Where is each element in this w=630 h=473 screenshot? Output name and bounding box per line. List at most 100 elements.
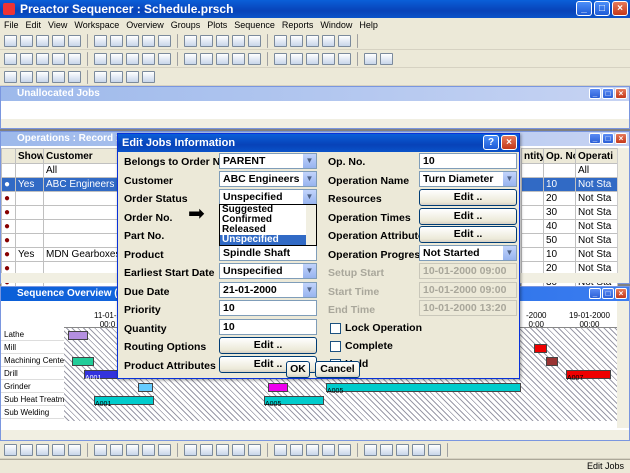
vertical-scrollbar[interactable] (617, 301, 629, 428)
resource-label[interactable]: Grinder (1, 380, 64, 393)
chevron-down-icon[interactable]: ▼ (302, 154, 316, 168)
toolbar-icon[interactable] (396, 443, 409, 456)
toolbar-icon[interactable] (36, 443, 49, 456)
toolbar-icon[interactable] (20, 443, 33, 456)
minimize-icon[interactable]: _ (589, 288, 601, 299)
operation-progress-select[interactable]: Not Started ▼ (419, 245, 517, 261)
toolbar-icon[interactable] (142, 70, 155, 83)
order-status-select[interactable]: Unspecified ▼ (219, 189, 317, 205)
toolbar-icon[interactable] (94, 52, 107, 65)
chevron-down-icon[interactable]: ▼ (302, 190, 316, 204)
toolbar-icon[interactable] (290, 52, 303, 65)
gantt-bar[interactable] (534, 344, 547, 353)
earliest-start-select[interactable]: Unspecified ▼ (219, 263, 317, 279)
toolbar-icon[interactable] (110, 443, 123, 456)
toolbar-icon[interactable] (110, 52, 123, 65)
toolbar-icon[interactable] (232, 52, 245, 65)
minimize-button[interactable]: _ (576, 1, 592, 16)
menu-item-sequence[interactable]: Sequence (234, 18, 275, 32)
close-button[interactable]: × (612, 1, 628, 16)
toolbar-icon[interactable] (68, 70, 81, 83)
resource-label[interactable]: Drill (1, 367, 64, 380)
op-no-cell[interactable]: 40 (543, 219, 576, 234)
col-header-operation[interactable]: Operati (575, 148, 618, 164)
resources-edit-button[interactable]: Edit .. (419, 189, 517, 206)
toolbar-icon[interactable] (380, 443, 393, 456)
quantity-cell[interactable] (521, 205, 544, 220)
complete-checkbox[interactable]: Complete (330, 340, 393, 352)
toolbar-icon[interactable] (274, 443, 287, 456)
toolbar-icon[interactable] (216, 52, 229, 65)
menu-item-window[interactable]: Window (320, 18, 352, 32)
col-header-opno[interactable]: Op. No. (543, 148, 576, 164)
toolbar-icon[interactable] (322, 34, 335, 47)
op-no-cell[interactable]: 50 (543, 233, 576, 248)
maximize-icon[interactable]: □ (602, 133, 614, 144)
menu-item-overview[interactable]: Overview (126, 18, 164, 32)
chevron-down-icon[interactable]: ▼ (502, 246, 516, 260)
product-field[interactable]: Spindle Shaft (219, 245, 317, 261)
checkbox-box[interactable] (330, 322, 341, 334)
toolbar-icon[interactable] (248, 52, 261, 65)
due-date-select[interactable]: 21-01-2000 ▼ (219, 282, 317, 298)
gantt-scroll-controls[interactable] (1, 430, 629, 440)
quantity-cell[interactable] (521, 177, 544, 192)
toolbar-icon[interactable] (232, 443, 245, 456)
lock-operation-checkbox[interactable]: Lock Operation (330, 322, 422, 334)
toolbar-icon[interactable] (200, 34, 213, 47)
toolbar-icon[interactable] (322, 443, 335, 456)
quantity-cell[interactable] (521, 191, 544, 206)
toolbar-icon[interactable] (248, 34, 261, 47)
priority-field[interactable]: 10 (219, 300, 317, 316)
toolbar-icon[interactable] (338, 34, 351, 47)
toolbar-icon[interactable] (216, 34, 229, 47)
toolbar-icon[interactable] (200, 443, 213, 456)
maximize-icon[interactable]: □ (602, 288, 614, 299)
quantity-field[interactable]: 10 (219, 319, 317, 335)
operation-status-cell[interactable]: Not Sta (575, 205, 618, 220)
maximize-icon[interactable]: □ (602, 88, 614, 99)
dialog-close-button[interactable]: × (501, 135, 517, 150)
gantt-bar[interactable] (72, 357, 94, 366)
toolbar-icon[interactable] (306, 34, 319, 47)
toolbar-icon[interactable] (36, 70, 49, 83)
toolbar-icon[interactable] (126, 70, 139, 83)
toolbar-icon[interactable] (290, 34, 303, 47)
toolbar-icon[interactable] (126, 443, 139, 456)
operation-status-cell[interactable]: Not Sta (575, 191, 618, 206)
customer-cell[interactable]: MDN Gearboxes (43, 247, 120, 262)
close-icon[interactable]: × (615, 133, 627, 144)
cancel-button[interactable]: Cancel (315, 361, 360, 378)
resource-label[interactable]: Lathe (1, 328, 64, 341)
gantt-bar[interactable]: A001 (94, 396, 154, 408)
resource-label[interactable]: Mill (1, 341, 64, 354)
op-no-field[interactable]: 10 (419, 153, 517, 169)
col-header-show[interactable]: Show (15, 148, 44, 164)
menu-item-help[interactable]: Help (359, 18, 378, 32)
toolbar-icon[interactable] (68, 52, 81, 65)
toolbar-icon[interactable] (36, 34, 49, 47)
close-icon[interactable]: × (615, 88, 627, 99)
toolbar-icon[interactable] (158, 52, 171, 65)
menu-item-plots[interactable]: Plots (207, 18, 227, 32)
toolbar-icon[interactable] (4, 52, 17, 65)
toolbar-icon[interactable] (68, 443, 81, 456)
col-header-customer[interactable]: Customer (43, 148, 120, 164)
chevron-down-icon[interactable]: ▼ (302, 264, 316, 278)
operation-attributes-edit-button[interactable]: Edit .. (419, 226, 517, 243)
toolbar-icon[interactable] (412, 443, 425, 456)
resource-label[interactable]: Sub Welding (1, 406, 64, 419)
toolbar-icon[interactable] (338, 52, 351, 65)
show-cell[interactable]: Yes (15, 177, 44, 192)
toolbar-icon[interactable] (4, 70, 17, 83)
operation-times-edit-button[interactable]: Edit .. (419, 208, 517, 225)
operation-status-cell[interactable]: Not Sta (575, 219, 618, 234)
op-no-cell[interactable]: 20 (543, 191, 576, 206)
gantt-bar[interactable]: A007 (566, 370, 611, 382)
toolbar-icon[interactable] (94, 70, 107, 83)
toolbar-icon[interactable] (322, 52, 335, 65)
toolbar-icon[interactable] (52, 34, 65, 47)
toolbar-icon[interactable] (20, 34, 33, 47)
chevron-down-icon[interactable]: ▼ (502, 172, 516, 186)
gantt-bar[interactable] (138, 383, 153, 392)
